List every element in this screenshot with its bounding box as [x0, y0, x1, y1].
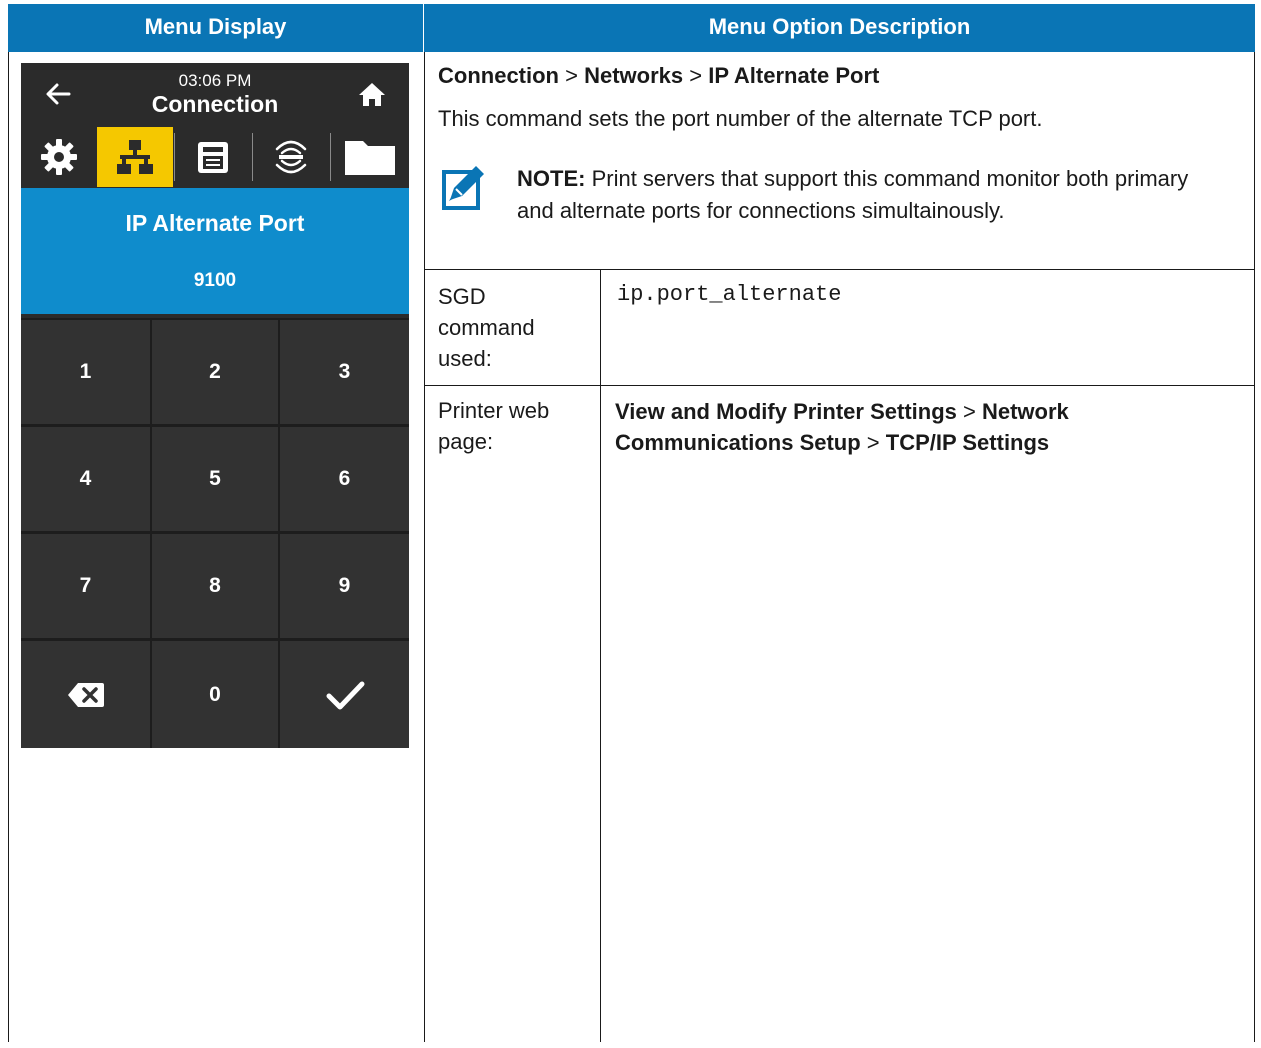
key-7[interactable]: 7	[21, 534, 150, 638]
key-9[interactable]: 9	[280, 534, 409, 638]
sgd-command-value: ip.port_alternate	[617, 282, 842, 307]
printer-icon	[198, 142, 228, 173]
screen-title: Connection	[151, 91, 279, 117]
breadcrumb-separator: >	[683, 63, 709, 88]
breadcrumb-connection: Connection	[438, 63, 559, 88]
key-0[interactable]: 0	[152, 641, 278, 748]
field-label: IP Alternate Port	[125, 210, 305, 236]
tab-print[interactable]	[175, 127, 251, 187]
table-border-right	[1254, 52, 1255, 1042]
rfid-icon	[275, 140, 307, 174]
key-5[interactable]: 5	[152, 427, 278, 531]
key-4[interactable]: 4	[21, 427, 150, 531]
key-1[interactable]: 1	[21, 320, 150, 424]
breadcrumb-ip-alternate-port: IP Alternate Port	[708, 63, 880, 88]
key-3[interactable]: 3	[280, 320, 409, 424]
printer-web-page-label: Printer web page:	[438, 398, 550, 454]
note-text: NOTE: Print servers that support this co…	[517, 163, 1217, 227]
key-8[interactable]: 8	[152, 534, 278, 638]
value-panel: IP Alternate Port 9100	[21, 188, 409, 314]
tab-rfid[interactable]	[253, 127, 329, 187]
web-path-tcpip-settings: TCP/IP Settings	[885, 430, 1050, 455]
breadcrumb-separator: >	[559, 63, 585, 88]
web-path-view-modify: View and Modify Printer Settings	[615, 399, 957, 424]
menu-breadcrumb: Connection > Networks > IP Alternate Por…	[438, 63, 879, 89]
home-icon[interactable]	[357, 79, 387, 109]
web-path-separator: >	[956, 399, 982, 424]
field-value-display[interactable]: 9100	[21, 270, 409, 292]
printer-display: 03:06 PM Connection IP Alternate Port 91…	[21, 63, 409, 748]
row-divider-web	[424, 385, 1255, 386]
printer-web-page-path: View and Modify Printer Settings > Netwo…	[615, 396, 1235, 458]
tab-settings[interactable]	[21, 127, 96, 187]
option-description: This command sets the port number of the…	[438, 106, 1043, 131]
note-body: Print servers that support this command …	[517, 166, 1189, 223]
folder-icon	[345, 141, 395, 175]
header-menu-display: Menu Display	[144, 14, 287, 39]
tab-connection[interactable]	[97, 127, 173, 187]
sgd-command-label: SGD command used:	[438, 284, 535, 371]
table-column-divider	[424, 52, 425, 1042]
key-2[interactable]: 2	[152, 320, 278, 424]
backspace-key[interactable]	[21, 641, 150, 748]
row-divider-sgd	[424, 269, 1255, 270]
clock-time: 03:06 PM	[178, 71, 252, 90]
network-icon	[117, 140, 153, 174]
key-6[interactable]: 6	[280, 427, 409, 531]
web-path-separator: >	[860, 430, 886, 455]
tab-storage[interactable]	[331, 127, 409, 187]
table-header: Menu Display Menu Option Description	[8, 4, 1255, 52]
note-label: NOTE:	[517, 166, 586, 191]
header-menu-option-description: Menu Option Description	[708, 14, 971, 39]
numeric-keypad: 1 2 3 4 5 6 7 8 9 0	[21, 318, 409, 748]
note-icon	[442, 166, 484, 210]
confirm-key[interactable]	[280, 641, 409, 748]
breadcrumb-networks: Networks	[584, 63, 684, 88]
checkmark-icon	[326, 681, 364, 709]
menu-tabs	[21, 127, 409, 187]
status-bar: 03:06 PM Connection	[21, 63, 409, 126]
gear-icon	[40, 139, 77, 175]
backspace-icon	[67, 682, 104, 707]
table-border-left	[8, 52, 9, 1042]
